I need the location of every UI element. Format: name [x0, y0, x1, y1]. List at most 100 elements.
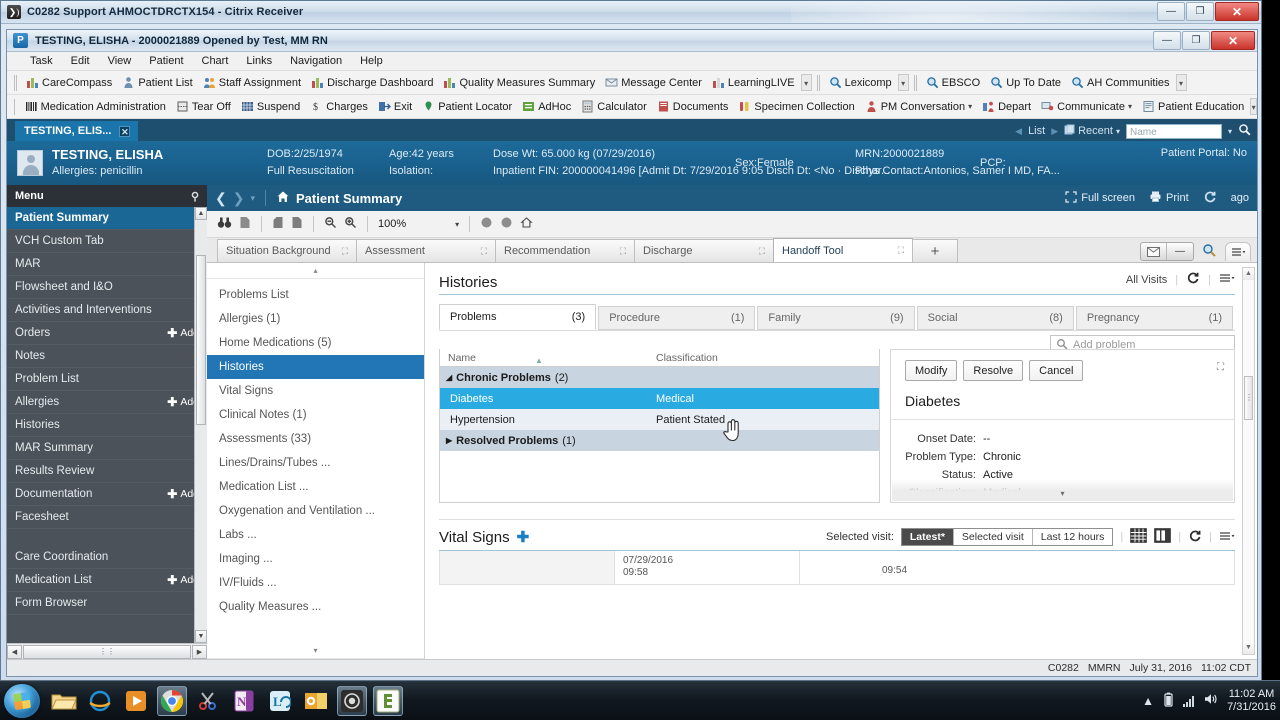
- magnifier-icon[interactable]: [1202, 243, 1217, 261]
- collapsed-caret-icon[interactable]: ▶: [446, 436, 452, 445]
- toolbar-depart[interactable]: Depart: [978, 99, 1035, 114]
- tab-pregnancy[interactable]: Pregnancy (1): [1075, 306, 1234, 330]
- onenote-icon[interactable]: N: [229, 686, 259, 716]
- envelope-icon[interactable]: [1141, 243, 1167, 260]
- speaker-icon[interactable]: [1203, 692, 1218, 709]
- chevron-down-icon[interactable]: ▾: [455, 220, 459, 229]
- scroll-down-arrow-icon[interactable]: ▼: [1243, 642, 1254, 654]
- menu-vertical-scrollbar[interactable]: ▲ ▼: [194, 207, 207, 643]
- refresh-icon[interactable]: [1186, 271, 1200, 288]
- minus-icon[interactable]: —: [1167, 243, 1193, 260]
- resolve-button[interactable]: Resolve: [963, 360, 1024, 381]
- sidebar-item-notes[interactable]: Notes: [7, 345, 207, 368]
- patient-search-input[interactable]: Name: [1125, 123, 1222, 139]
- snipping-tool-icon[interactable]: [193, 686, 223, 716]
- menu-item-view[interactable]: View: [99, 53, 141, 69]
- chevron-down-icon[interactable]: ▾: [1116, 127, 1120, 136]
- tab-situation-background[interactable]: Situation Background ⛶: [217, 239, 357, 262]
- show-hidden-icons-button[interactable]: ▲: [1142, 694, 1154, 708]
- sidebar-item-activities-and-interventions[interactable]: Activities and Interventions: [7, 299, 207, 322]
- component-list-scroll-up[interactable]: ▴: [207, 263, 424, 279]
- chevron-right-icon[interactable]: ▶: [1051, 126, 1058, 137]
- table-row-group-resolved-problems[interactable]: ▶ Resolved Problems (1): [440, 430, 879, 451]
- toolbar-overflow-chevron-3[interactable]: ▾: [1175, 74, 1187, 91]
- component-item-problems-list[interactable]: Problems List: [207, 283, 424, 307]
- toolbar-communicate[interactable]: Communicate ▾: [1037, 99, 1136, 114]
- refresh-icon[interactable]: [1203, 190, 1217, 207]
- scroll-left-arrow-icon[interactable]: ◀: [7, 644, 22, 659]
- component-item-iv-fluids[interactable]: IV/Fluids ...: [207, 571, 424, 595]
- component-item-oxygenation-and-ventilation[interactable]: Oxygenation and Ventilation ...: [207, 499, 424, 523]
- cancel-button[interactable]: Cancel: [1029, 360, 1084, 381]
- menu-item-navigation[interactable]: Navigation: [281, 53, 351, 69]
- signal-icon[interactable]: [1183, 695, 1195, 707]
- segment-selected-visit[interactable]: Selected visit: [953, 529, 1033, 545]
- citrix-close-button[interactable]: ✕: [1215, 2, 1259, 21]
- citrix-minimize-button[interactable]: —: [1157, 2, 1185, 21]
- citrix-restore-button[interactable]: ❐: [1186, 2, 1214, 21]
- chevron-left-icon[interactable]: ◀: [1015, 126, 1022, 137]
- chevron-down-icon[interactable]: ▾: [250, 193, 255, 204]
- tab-family[interactable]: Family (9): [757, 306, 915, 330]
- sidebar-item-histories[interactable]: Histories: [7, 414, 207, 437]
- citrix-titlebar[interactable]: ❯) C0282 Support AHMOCTDRCTX154 - Citrix…: [1, 1, 1261, 24]
- toolbar-calculator[interactable]: Calculator: [577, 99, 651, 114]
- home-icon[interactable]: [276, 190, 290, 207]
- table-row[interactable]: Hypertension Patient Stated: [440, 409, 879, 430]
- sidebar-item-form-browser[interactable]: Form Browser: [7, 592, 207, 615]
- sidebar-item-mar-summary[interactable]: MAR Summary: [7, 437, 207, 460]
- toolbar-overflow-chevron-4[interactable]: ▾: [1250, 98, 1257, 115]
- toolbar-discharge-dashboard[interactable]: Discharge Dashboard: [307, 75, 437, 90]
- toolbar-ebsco[interactable]: EBSCO: [922, 75, 985, 90]
- powerchart-titlebar[interactable]: P TESTING, ELISHA - 2000021889 Opened by…: [7, 30, 1257, 52]
- menu-item-edit[interactable]: Edit: [62, 53, 99, 69]
- scrollbar-thumb[interactable]: [196, 255, 206, 425]
- table-row-group-chronic-problems[interactable]: ◢ Chronic Problems (2): [440, 367, 879, 388]
- expand-icon[interactable]: ⛶: [1217, 362, 1224, 373]
- chevron-right-icon[interactable]: ❯: [233, 190, 245, 207]
- all-visits-label[interactable]: All Visits: [1126, 274, 1167, 286]
- toolbar-lexicomp[interactable]: Lexicomp: [825, 75, 896, 90]
- segment-last-12-hours[interactable]: Last 12 hours: [1032, 529, 1113, 545]
- chevron-left-icon[interactable]: ❮: [215, 190, 227, 207]
- tab-social[interactable]: Social (8): [916, 306, 1074, 330]
- toolbar-exit[interactable]: Exit: [374, 99, 416, 114]
- component-list-scroll-down[interactable]: ▾: [207, 643, 424, 659]
- close-icon[interactable]: ✕: [119, 125, 131, 137]
- toolbar-overflow-chevron-1[interactable]: ▾: [800, 74, 812, 91]
- tab-recommendation[interactable]: Recommendation ⛶: [495, 239, 635, 262]
- page-next-icon[interactable]: [291, 216, 303, 232]
- print-button[interactable]: Print: [1149, 190, 1189, 206]
- sidebar-item-care-coordination[interactable]: Care Coordination: [7, 546, 207, 569]
- component-item-imaging[interactable]: Imaging ...: [207, 547, 424, 571]
- toolbar-quality-measures-summary[interactable]: Quality Measures Summary: [439, 75, 599, 90]
- toolbar-grip[interactable]: [913, 74, 917, 91]
- taskbar-clock[interactable]: 11:02 AM 7/31/2016: [1227, 688, 1276, 714]
- scroll-up-arrow-icon[interactable]: ▲: [195, 207, 207, 220]
- toolbar-specimen-collection[interactable]: Specimen Collection: [734, 99, 858, 114]
- tab-problems[interactable]: Problems (3): [439, 304, 597, 330]
- home-small-icon[interactable]: [520, 216, 533, 232]
- refresh-icon[interactable]: [1188, 529, 1202, 546]
- content-vertical-scrollbar[interactable]: ▲ ⋮ ▼: [1242, 267, 1255, 655]
- scroll-up-arrow-icon[interactable]: ▲: [1243, 268, 1254, 280]
- powerchart-close-button[interactable]: ✕: [1211, 31, 1255, 50]
- component-item-assessments[interactable]: Assessments (33): [207, 427, 424, 451]
- tab-discharge[interactable]: Discharge ⛶: [634, 239, 774, 262]
- menu-item-patient[interactable]: Patient: [140, 53, 192, 69]
- detail-more-caret[interactable]: ▾: [891, 489, 1234, 498]
- hamburger-icon[interactable]: [1219, 273, 1235, 286]
- circle-icon[interactable]: [500, 216, 513, 232]
- menu-horizontal-scrollbar[interactable]: ◀ ⋮⋮ ▶: [7, 643, 207, 659]
- scrollbar-thumb[interactable]: ⋮⋮: [23, 644, 191, 659]
- component-item-allergies[interactable]: Allergies (1): [207, 307, 424, 331]
- circle-icon[interactable]: [480, 216, 493, 232]
- outlook-icon[interactable]: [301, 686, 331, 716]
- sidebar-item-vch-custom-tab[interactable]: VCH Custom Tab: [7, 230, 207, 253]
- toolbar-pm-conversation[interactable]: PM Conversation ▾: [861, 99, 976, 114]
- toolbar-charges[interactable]: $ Charges: [306, 99, 372, 114]
- table-row[interactable]: Diabetes Medical: [440, 388, 879, 409]
- toolbar-message-center[interactable]: Message Center: [601, 75, 706, 90]
- zoom-out-icon[interactable]: [324, 216, 337, 232]
- pin-icon[interactable]: ⚲: [191, 190, 199, 203]
